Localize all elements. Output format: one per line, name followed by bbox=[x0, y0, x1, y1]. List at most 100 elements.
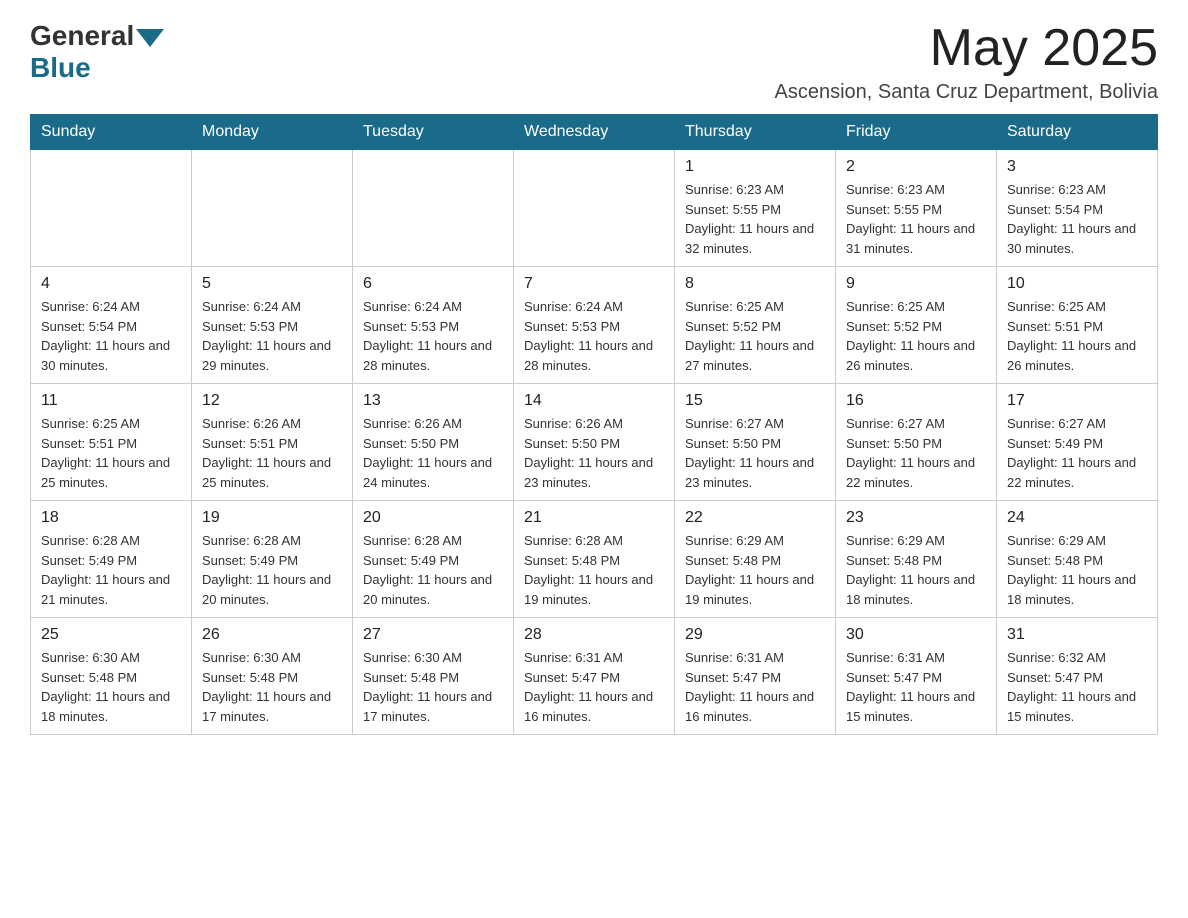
day-info: Sunrise: 6:24 AMSunset: 5:53 PMDaylight:… bbox=[363, 297, 503, 375]
calendar-cell: 22 Sunrise: 6:29 AMSunset: 5:48 PMDayligh… bbox=[675, 501, 836, 618]
day-number: 19 bbox=[202, 509, 342, 527]
day-number: 17 bbox=[1007, 392, 1147, 410]
day-number: 21 bbox=[524, 509, 664, 527]
day-info: Sunrise: 6:26 AMSunset: 5:50 PMDaylight:… bbox=[524, 414, 664, 492]
logo: General Blue bbox=[30, 20, 164, 84]
calendar-cell: 28 Sunrise: 6:31 AMSunset: 5:47 PMDayligh… bbox=[514, 618, 675, 735]
day-info: Sunrise: 6:25 AMSunset: 5:51 PMDaylight:… bbox=[41, 414, 181, 492]
day-header-sunday: Sunday bbox=[31, 115, 192, 150]
calendar-cell: 3 Sunrise: 6:23 AMSunset: 5:54 PMDaylight… bbox=[997, 150, 1158, 267]
calendar-week-row: 25Sunrise: 6:30 AMSunset: 5:48 PMDayligh… bbox=[31, 618, 1158, 735]
calendar-week-row: 4 Sunrise: 6:24 AMSunset: 5:54 PMDaylight… bbox=[31, 267, 1158, 384]
day-header-thursday: Thursday bbox=[675, 115, 836, 150]
calendar-cell: 8 Sunrise: 6:25 AMSunset: 5:52 PMDaylight… bbox=[675, 267, 836, 384]
day-number: 10 bbox=[1007, 275, 1147, 293]
day-info: Sunrise: 6:27 AMSunset: 5:50 PMDaylight:… bbox=[846, 414, 986, 492]
day-number: 22 bbox=[685, 509, 825, 527]
calendar-table: SundayMondayTuesdayWednesdayThursdayFrid… bbox=[30, 114, 1158, 735]
day-info: Sunrise: 6:24 AMSunset: 5:53 PMDaylight:… bbox=[524, 297, 664, 375]
day-header-wednesday: Wednesday bbox=[514, 115, 675, 150]
calendar-cell: 6 Sunrise: 6:24 AMSunset: 5:53 PMDaylight… bbox=[353, 267, 514, 384]
calendar-week-row: 1Sunrise: 6:23 AMSunset: 5:55 PMDaylight… bbox=[31, 150, 1158, 267]
day-info: Sunrise: 6:30 AMSunset: 5:48 PMDaylight:… bbox=[202, 648, 342, 726]
day-number: 8 bbox=[685, 275, 825, 293]
calendar-cell bbox=[353, 150, 514, 267]
day-info: Sunrise: 6:31 AMSunset: 5:47 PMDaylight:… bbox=[524, 648, 664, 726]
calendar-cell: 26 Sunrise: 6:30 AMSunset: 5:48 PMDayligh… bbox=[192, 618, 353, 735]
day-info: Sunrise: 6:25 AMSunset: 5:51 PMDaylight:… bbox=[1007, 297, 1147, 375]
day-number: 3 bbox=[1007, 158, 1147, 176]
day-info: Sunrise: 6:28 AMSunset: 5:49 PMDaylight:… bbox=[41, 531, 181, 609]
day-number: 4 bbox=[41, 275, 181, 293]
day-info: Sunrise: 6:26 AMSunset: 5:50 PMDaylight:… bbox=[363, 414, 503, 492]
calendar-cell: 27Sunrise: 6:30 AMSunset: 5:48 PMDayligh… bbox=[353, 618, 514, 735]
day-info: Sunrise: 6:28 AMSunset: 5:49 PMDaylight:… bbox=[363, 531, 503, 609]
day-info: Sunrise: 6:32 AMSunset: 5:47 PMDaylight:… bbox=[1007, 648, 1147, 726]
calendar-cell: 14 Sunrise: 6:26 AMSunset: 5:50 PMDayligh… bbox=[514, 384, 675, 501]
day-number: 13 bbox=[363, 392, 503, 410]
page-header: General Blue May 2025 Ascension, Santa C… bbox=[30, 20, 1158, 104]
day-number: 6 bbox=[363, 275, 503, 293]
calendar-cell bbox=[31, 150, 192, 267]
day-info: Sunrise: 6:24 AMSunset: 5:53 PMDaylight:… bbox=[202, 297, 342, 375]
day-number: 29 bbox=[685, 626, 825, 644]
calendar-cell: 10 Sunrise: 6:25 AMSunset: 5:51 PMDayligh… bbox=[997, 267, 1158, 384]
day-info: Sunrise: 6:29 AMSunset: 5:48 PMDaylight:… bbox=[846, 531, 986, 609]
calendar-cell: 20 Sunrise: 6:28 AMSunset: 5:49 PMDayligh… bbox=[353, 501, 514, 618]
calendar-cell: 21 Sunrise: 6:28 AMSunset: 5:48 PMDayligh… bbox=[514, 501, 675, 618]
day-info: Sunrise: 6:24 AMSunset: 5:54 PMDaylight:… bbox=[41, 297, 181, 375]
day-number: 1 bbox=[685, 158, 825, 176]
day-number: 2 bbox=[846, 158, 986, 176]
calendar-week-row: 11Sunrise: 6:25 AMSunset: 5:51 PMDayligh… bbox=[31, 384, 1158, 501]
day-number: 20 bbox=[363, 509, 503, 527]
day-header-monday: Monday bbox=[192, 115, 353, 150]
logo-triangle-icon bbox=[136, 29, 164, 47]
calendar-cell: 13 Sunrise: 6:26 AMSunset: 5:50 PMDayligh… bbox=[353, 384, 514, 501]
calendar-cell: 23 Sunrise: 6:29 AMSunset: 5:48 PMDayligh… bbox=[836, 501, 997, 618]
day-number: 18 bbox=[41, 509, 181, 527]
day-number: 16 bbox=[846, 392, 986, 410]
day-header-friday: Friday bbox=[836, 115, 997, 150]
month-title: May 2025 bbox=[774, 20, 1158, 77]
day-info: Sunrise: 6:29 AMSunset: 5:48 PMDaylight:… bbox=[685, 531, 825, 609]
calendar-cell bbox=[514, 150, 675, 267]
day-number: 28 bbox=[524, 626, 664, 644]
calendar-cell: 5 Sunrise: 6:24 AMSunset: 5:53 PMDaylight… bbox=[192, 267, 353, 384]
calendar-cell: 12 Sunrise: 6:26 AMSunset: 5:51 PMDayligh… bbox=[192, 384, 353, 501]
day-number: 26 bbox=[202, 626, 342, 644]
day-number: 30 bbox=[846, 626, 986, 644]
calendar-cell: 4 Sunrise: 6:24 AMSunset: 5:54 PMDaylight… bbox=[31, 267, 192, 384]
day-header-saturday: Saturday bbox=[997, 115, 1158, 150]
calendar-cell bbox=[192, 150, 353, 267]
day-info: Sunrise: 6:28 AMSunset: 5:48 PMDaylight:… bbox=[524, 531, 664, 609]
calendar-cell: 16 Sunrise: 6:27 AMSunset: 5:50 PMDayligh… bbox=[836, 384, 997, 501]
day-info: Sunrise: 6:25 AMSunset: 5:52 PMDaylight:… bbox=[685, 297, 825, 375]
calendar-cell: 9 Sunrise: 6:25 AMSunset: 5:52 PMDaylight… bbox=[836, 267, 997, 384]
day-info: Sunrise: 6:26 AMSunset: 5:51 PMDaylight:… bbox=[202, 414, 342, 492]
calendar-cell: 19Sunrise: 6:28 AMSunset: 5:49 PMDayligh… bbox=[192, 501, 353, 618]
day-info: Sunrise: 6:31 AMSunset: 5:47 PMDaylight:… bbox=[685, 648, 825, 726]
calendar-cell: 7 Sunrise: 6:24 AMSunset: 5:53 PMDaylight… bbox=[514, 267, 675, 384]
calendar-cell: 30 Sunrise: 6:31 AMSunset: 5:47 PMDayligh… bbox=[836, 618, 997, 735]
day-header-tuesday: Tuesday bbox=[353, 115, 514, 150]
calendar-cell: 17Sunrise: 6:27 AMSunset: 5:49 PMDayligh… bbox=[997, 384, 1158, 501]
day-number: 12 bbox=[202, 392, 342, 410]
location-title: Ascension, Santa Cruz Department, Bolivi… bbox=[774, 81, 1158, 104]
day-number: 9 bbox=[846, 275, 986, 293]
logo-general-text: General bbox=[30, 20, 134, 52]
day-info: Sunrise: 6:31 AMSunset: 5:47 PMDaylight:… bbox=[846, 648, 986, 726]
day-info: Sunrise: 6:25 AMSunset: 5:52 PMDaylight:… bbox=[846, 297, 986, 375]
day-info: Sunrise: 6:29 AMSunset: 5:48 PMDaylight:… bbox=[1007, 531, 1147, 609]
calendar-cell: 18 Sunrise: 6:28 AMSunset: 5:49 PMDayligh… bbox=[31, 501, 192, 618]
day-number: 14 bbox=[524, 392, 664, 410]
day-number: 5 bbox=[202, 275, 342, 293]
calendar-cell: 2Sunrise: 6:23 AMSunset: 5:55 PMDaylight… bbox=[836, 150, 997, 267]
day-info: Sunrise: 6:23 AMSunset: 5:54 PMDaylight:… bbox=[1007, 180, 1147, 258]
calendar-cell: 15Sunrise: 6:27 AMSunset: 5:50 PMDayligh… bbox=[675, 384, 836, 501]
day-number: 31 bbox=[1007, 626, 1147, 644]
day-number: 7 bbox=[524, 275, 664, 293]
day-number: 27 bbox=[363, 626, 503, 644]
calendar-cell: 1Sunrise: 6:23 AMSunset: 5:55 PMDaylight… bbox=[675, 150, 836, 267]
day-number: 23 bbox=[846, 509, 986, 527]
calendar-cell: 25Sunrise: 6:30 AMSunset: 5:48 PMDayligh… bbox=[31, 618, 192, 735]
